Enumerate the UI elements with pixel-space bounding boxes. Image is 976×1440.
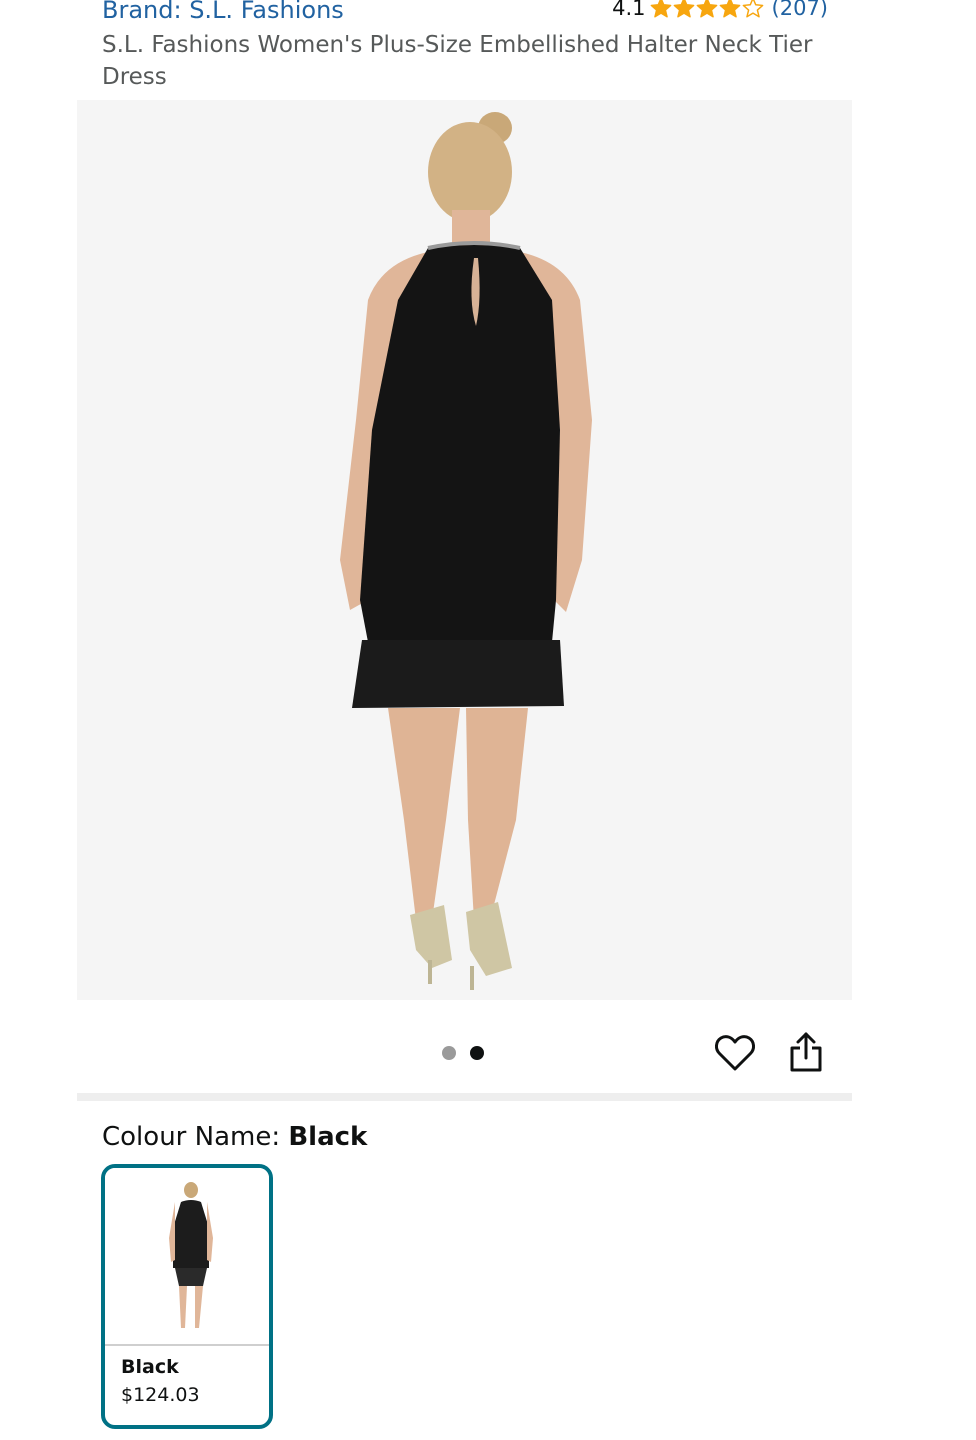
colour-label: Colour Name: — [102, 1122, 289, 1152]
rating-count-link[interactable]: (207) — [772, 0, 828, 20]
rating-value: 4.1 — [612, 0, 646, 20]
colour-value: Black — [288, 1122, 368, 1152]
star-icon — [650, 0, 671, 18]
carousel-dot[interactable] — [470, 1046, 484, 1060]
swatch-name: Black — [121, 1356, 179, 1378]
star-icon — [719, 0, 740, 18]
dress-back-view-illustration — [340, 112, 592, 990]
swatch-price: $124.03 — [121, 1384, 200, 1406]
star-icon — [742, 0, 763, 18]
section-divider — [77, 1093, 852, 1101]
carousel-dot[interactable] — [442, 1046, 456, 1060]
brand-link[interactable]: Brand: S.L. Fashions — [102, 0, 344, 24]
heart-icon — [715, 1035, 755, 1071]
wishlist-button[interactable] — [714, 1033, 756, 1073]
share-icon — [790, 1032, 822, 1072]
swatch-thumbnail — [105, 1168, 269, 1343]
product-header: Brand: S.L. Fashions 4.1 (207) S.L. Fash… — [102, 0, 828, 90]
colour-name-row: Colour Name: Black — [102, 1122, 367, 1152]
product-image[interactable] — [77, 100, 852, 1000]
rating-summary[interactable]: 4.1 (207) — [612, 0, 828, 20]
colour-swatch-black[interactable]: Black $124.03 — [101, 1164, 273, 1429]
swatch-divider — [105, 1344, 269, 1346]
star-icon — [673, 0, 694, 18]
swatch-dress-illustration — [169, 1182, 213, 1328]
image-carousel-dots[interactable] — [442, 1046, 484, 1060]
brand-rating-row: Brand: S.L. Fashions 4.1 (207) — [102, 0, 828, 28]
share-button[interactable] — [786, 1030, 826, 1074]
product-title: S.L. Fashions Women's Plus-Size Embellis… — [102, 32, 813, 90]
star-icon — [696, 0, 717, 18]
star-rating — [650, 0, 764, 19]
